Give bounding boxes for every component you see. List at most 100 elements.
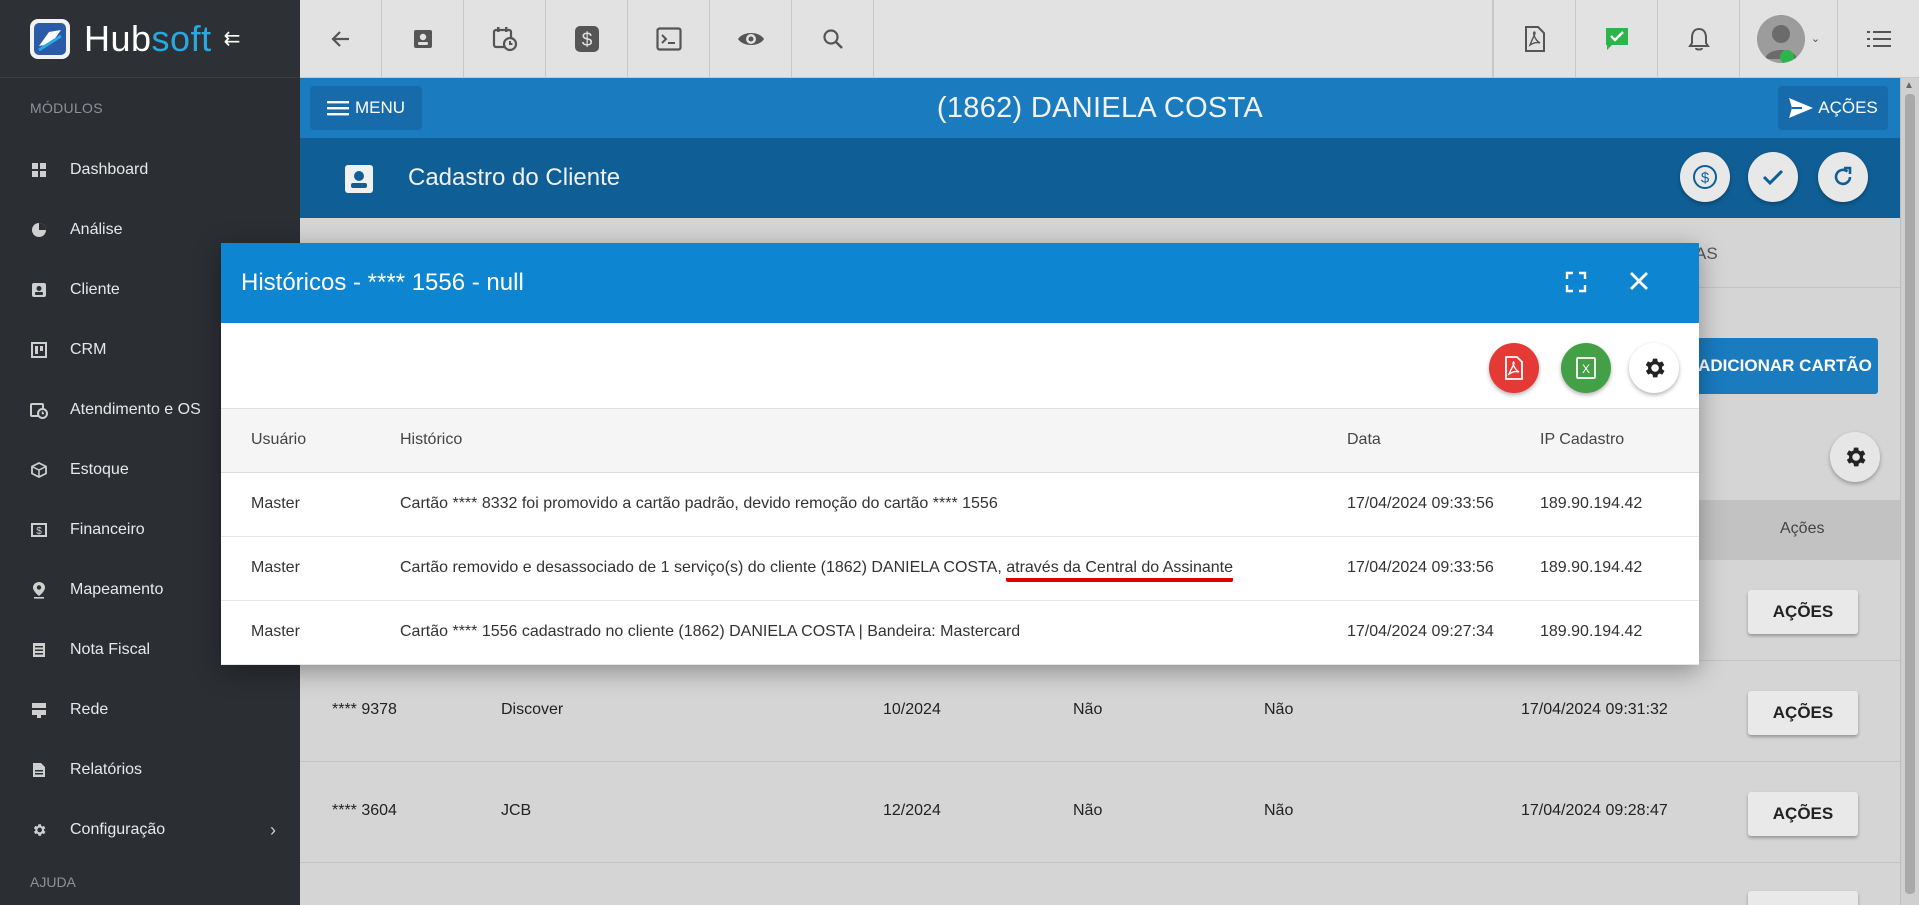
- schedule-button[interactable]: [464, 0, 546, 77]
- arrow-left-icon: [330, 30, 349, 47]
- avatar: [1756, 14, 1805, 63]
- table-row: Master Cartão **** 1556 cadastrado no cl…: [221, 600, 1699, 665]
- box-icon: [30, 461, 48, 479]
- acoes-header-button[interactable]: AÇÕES: [1778, 86, 1888, 130]
- sidebar-item-rede[interactable]: Rede: [0, 680, 300, 740]
- sidebar-item-label: Configuração: [70, 821, 166, 838]
- user-menu[interactable]: ⌄: [1739, 0, 1837, 77]
- sidebar-item-label: Atendimento e OS: [70, 401, 201, 418]
- table-row: **** 3604 JCB 12/2024 Não Não 17/04/2024…: [300, 762, 1900, 863]
- modal-header: Históricos - **** 1556 - null: [221, 243, 1699, 323]
- top-toolbar: $ ⌄: [300, 0, 1919, 78]
- table-settings-button[interactable]: [1830, 432, 1880, 482]
- sidebar-item-label: Dashboard: [70, 161, 149, 178]
- card-flag-a: Não: [1073, 802, 1103, 819]
- page-header: Cadastro do Cliente $: [300, 138, 1900, 218]
- card-validity: 12/2024: [883, 802, 941, 819]
- column-header-data[interactable]: Data: [1347, 409, 1540, 473]
- refresh-circle-button[interactable]: [1818, 152, 1868, 202]
- excel-icon: X: [1576, 357, 1596, 379]
- calendar-clock-icon: [492, 26, 517, 51]
- row-acoes-button[interactable]: AÇÕES: [1748, 792, 1858, 836]
- add-card-button[interactable]: ADICIONAR CARTÃO: [1692, 338, 1878, 394]
- row-acoes-button[interactable]: AÇÕES: [1748, 691, 1858, 735]
- svg-text:X: X: [1582, 362, 1590, 376]
- row-user: Master: [221, 472, 400, 537]
- svg-text:$: $: [581, 30, 592, 51]
- map-pin-icon: [30, 581, 48, 599]
- hubsoft-logo-icon: [30, 18, 70, 59]
- chat-check-icon: [1605, 27, 1628, 50]
- modal-settings-button[interactable]: [1629, 343, 1679, 393]
- table-row: **** 9378 Discover 10/2024 Não Não 17/04…: [300, 661, 1900, 762]
- table-row: [300, 863, 1900, 905]
- calendar-clock-icon: [30, 401, 48, 419]
- view-button[interactable]: [710, 0, 792, 77]
- row-ip: 189.90.194.42: [1540, 536, 1699, 601]
- sidebar-item-label: CRM: [70, 341, 107, 358]
- client-title: (1862) DANIELA COSTA: [936, 92, 1264, 124]
- row-acoes-button[interactable]: AÇÕES: [1748, 590, 1858, 634]
- search-button[interactable]: [792, 0, 874, 77]
- history-table-header: Usuário Histórico Data IP Cadastro: [221, 409, 1699, 473]
- export-excel-button[interactable]: X: [1561, 343, 1611, 393]
- row-user: Master: [221, 536, 400, 601]
- sidebar-item-label: Análise: [70, 221, 123, 238]
- notifications-button[interactable]: [1657, 0, 1739, 77]
- search-icon: [822, 28, 843, 49]
- list-menu-button[interactable]: [1837, 0, 1919, 77]
- column-header-ip[interactable]: IP Cadastro: [1540, 409, 1699, 473]
- client-button[interactable]: [382, 0, 464, 77]
- gear-icon: [1846, 447, 1866, 467]
- collapse-sidebar-icon[interactable]: ⇇: [224, 26, 241, 51]
- invoice-icon: [30, 641, 48, 659]
- page-scrollbar[interactable]: ▲: [1900, 78, 1919, 905]
- card-number: **** 9378: [332, 701, 397, 718]
- section-label-ajuda: AJUDA: [30, 874, 76, 890]
- pdf-file-icon: [1524, 25, 1545, 52]
- fullscreen-icon[interactable]: [1565, 271, 1587, 298]
- contact-card-icon: [344, 164, 374, 199]
- sidebar-item-label: Nota Fiscal: [70, 641, 151, 658]
- dashboard-icon: [30, 161, 48, 179]
- gear-icon: [30, 821, 48, 839]
- tasks-button[interactable]: [1575, 0, 1657, 77]
- sidebar-item-configuracao[interactable]: Configuração ›: [0, 800, 300, 860]
- money-icon: $: [30, 521, 48, 539]
- card-flag-b: Não: [1264, 701, 1294, 718]
- dollar-icon: $: [1693, 165, 1717, 189]
- sidebar-item-relatorios[interactable]: Relatórios: [0, 740, 300, 800]
- card-date: 17/04/2024 09:28:47: [1521, 802, 1668, 819]
- row-ip: 189.90.194.42: [1540, 600, 1699, 665]
- contact-card-icon: [30, 281, 48, 299]
- column-header-historico[interactable]: Histórico: [400, 409, 1347, 473]
- sidebar-item-label: Relatórios: [70, 761, 143, 778]
- sidebar-item-dashboard[interactable]: Dashboard: [0, 140, 300, 200]
- scrollbar-thumb[interactable]: [1905, 94, 1915, 894]
- pdf-button[interactable]: [1493, 0, 1575, 77]
- row-history: Cartão **** 1556 cadastrado no cliente (…: [400, 600, 1347, 665]
- column-header-usuario[interactable]: Usuário: [221, 409, 400, 473]
- finance-circle-button[interactable]: $: [1680, 152, 1730, 202]
- close-icon[interactable]: [1627, 269, 1651, 298]
- finance-button[interactable]: $: [546, 0, 628, 77]
- sidebar-item-label: Rede: [70, 701, 109, 718]
- back-button[interactable]: [300, 0, 382, 77]
- confirm-circle-button[interactable]: [1748, 152, 1798, 202]
- export-pdf-button[interactable]: [1489, 343, 1539, 393]
- chevron-right-icon: ›: [270, 819, 276, 840]
- card-number: **** 3604: [332, 802, 397, 819]
- card-brand: JCB: [501, 802, 532, 819]
- modal-title: Históricos - **** 1556 - null: [241, 269, 524, 296]
- section-label-modulos: MÓDULOS: [30, 100, 103, 116]
- sidebar-item-label: Estoque: [70, 461, 129, 478]
- scroll-up-arrow-icon[interactable]: ▲: [1904, 80, 1914, 91]
- row-acoes-button[interactable]: [1748, 891, 1858, 905]
- card-flag-b: Não: [1264, 802, 1294, 819]
- terminal-button[interactable]: [628, 0, 710, 77]
- toolbar-spacer: [874, 0, 1493, 77]
- send-icon: [1789, 98, 1814, 118]
- svg-text:$: $: [1701, 170, 1710, 187]
- card-date: 17/04/2024 09:31:32: [1521, 701, 1668, 718]
- row-date: 17/04/2024 09:27:34: [1347, 600, 1540, 665]
